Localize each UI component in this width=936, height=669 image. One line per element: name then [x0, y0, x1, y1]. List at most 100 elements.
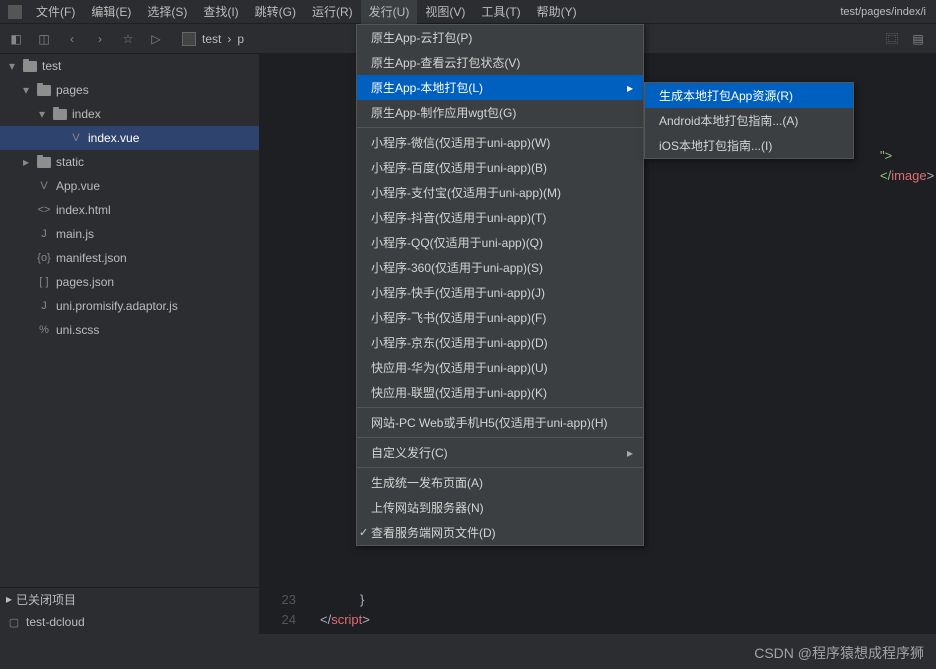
menu-entry-label: 小程序-快手(仅适用于uni-app)(J) — [371, 284, 545, 301]
menu-item[interactable]: 视图(V) — [417, 0, 473, 24]
run-icon[interactable]: ▷ — [148, 31, 164, 47]
menu-item[interactable]: 工具(T) — [473, 0, 528, 24]
forward-icon[interactable]: › — [92, 31, 108, 47]
chevron-right-icon[interactable]: ▸ — [6, 592, 12, 606]
menu-entry[interactable]: 上传网站到服务器(N) — [357, 495, 643, 520]
menu-item[interactable]: 编辑(E) — [83, 0, 139, 24]
file-icon: V — [36, 179, 52, 193]
menu-entry[interactable]: 网站-PC Web或手机H5(仅适用于uni-app)(H) — [357, 410, 643, 435]
breadcrumb-item[interactable]: p — [237, 32, 244, 46]
closed-project-label: test-dcloud — [26, 615, 85, 629]
file-icon: % — [36, 323, 52, 337]
tree-item[interactable]: ▾index — [0, 102, 259, 126]
tree-item[interactable]: {o}manifest.json — [0, 246, 259, 270]
menu-entry-label: 原生App-查看云打包状态(V) — [371, 54, 520, 71]
menu-entry[interactable]: 原生App-制作应用wgt包(G) — [357, 100, 643, 125]
menu-entry[interactable]: 原生App-本地打包(L)▸ — [357, 75, 643, 100]
menu-entry[interactable]: 小程序-抖音(仅适用于uni-app)(T) — [357, 205, 643, 230]
chevron-icon: ▾ — [6, 59, 18, 73]
menu-entry[interactable]: 生成统一发布页面(A) — [357, 470, 643, 495]
menu-entry[interactable]: 小程序-QQ(仅适用于uni-app)(Q) — [357, 230, 643, 255]
tree-item[interactable]: ▾pages — [0, 78, 259, 102]
menu-item[interactable]: 帮助(Y) — [529, 0, 585, 24]
tree-item[interactable]: ▾test — [0, 54, 259, 78]
chevron-icon: ▾ — [36, 107, 48, 121]
file-icon: [ ] — [36, 275, 52, 289]
menu-entry-label: 小程序-360(仅适用于uni-app)(S) — [371, 259, 543, 276]
folder-icon — [36, 83, 52, 97]
menu-entry-label: 快应用-华为(仅适用于uni-app)(U) — [371, 359, 548, 376]
menu-item[interactable]: 跳转(G) — [247, 0, 304, 24]
submenu-entry[interactable]: 生成本地打包App资源(R) — [645, 83, 853, 108]
menubar: 文件(F)编辑(E)选择(S)查找(I)跳转(G)运行(R)发行(U)视图(V)… — [0, 0, 936, 24]
menu-entry[interactable]: 小程序-微信(仅适用于uni-app)(W) — [357, 130, 643, 155]
tree-item[interactable]: Vindex.vue — [0, 126, 259, 150]
folder-icon — [22, 59, 38, 73]
menu-entry-label: 快应用-联盟(仅适用于uni-app)(K) — [371, 384, 547, 401]
tree-item[interactable]: Juni.promisify.adaptor.js — [0, 294, 259, 318]
menu-entry-label: 自定义发行(C) — [371, 444, 448, 461]
breadcrumb-item[interactable]: test — [202, 32, 221, 46]
chevron-right-icon: › — [227, 32, 231, 46]
chevron-icon: ▸ — [20, 155, 32, 169]
code-text: > — [362, 612, 370, 627]
tree-item-label: static — [56, 155, 84, 169]
menu-item[interactable]: 查找(I) — [195, 0, 246, 24]
menu-item[interactable]: 运行(R) — [304, 0, 361, 24]
preview-icon[interactable]: ⿴ — [884, 31, 900, 47]
menu-entry[interactable]: 原生App-云打包(P) — [357, 25, 643, 50]
check-icon: ✓ — [359, 526, 368, 539]
tree-item-label: index.vue — [88, 131, 139, 145]
tree-item[interactable]: % uni.scss — [0, 318, 259, 342]
panel-left-icon[interactable]: ◧ — [8, 31, 24, 47]
back-icon[interactable]: ‹ — [64, 31, 80, 47]
menu-entry[interactable]: 小程序-360(仅适用于uni-app)(S) — [357, 255, 643, 280]
menu-entry[interactable]: 小程序-支付宝(仅适用于uni-app)(M) — [357, 180, 643, 205]
menu-entry-label: 原生App-制作应用wgt包(G) — [371, 104, 516, 121]
tree-item-label: uni.scss — [56, 323, 99, 337]
menu-entry[interactable]: 小程序-京东(仅适用于uni-app)(D) — [357, 330, 643, 355]
submenu-entry[interactable]: iOS本地打包指南...(I) — [645, 133, 853, 158]
menu-entry-label: 上传网站到服务器(N) — [371, 499, 484, 516]
tree-item-label: uni.promisify.adaptor.js — [56, 299, 178, 313]
closed-projects-title[interactable]: 已关闭项目 — [16, 591, 76, 608]
menu-entry-label: 查看服务端网页文件(D) — [371, 524, 496, 541]
menu-item[interactable]: 文件(F) — [28, 0, 83, 24]
menu-item[interactable]: 发行(U) — [361, 0, 418, 24]
file-icon: {o} — [36, 251, 52, 265]
panel-bottom-icon[interactable]: ◫ — [36, 31, 52, 47]
menu-entry-label: 网站-PC Web或手机H5(仅适用于uni-app)(H) — [371, 414, 607, 431]
menu-entry[interactable]: 自定义发行(C)▸ — [357, 440, 643, 465]
project-icon — [182, 32, 196, 46]
tree-item-label: pages — [56, 83, 89, 97]
menu-entry-label: 小程序-百度(仅适用于uni-app)(B) — [371, 159, 547, 176]
menu-entry-label: 原生App-本地打包(L) — [371, 79, 483, 96]
closed-project-item[interactable]: ▢ test-dcloud — [0, 610, 259, 634]
local-package-submenu: 生成本地打包App资源(R)Android本地打包指南...(A)iOS本地打包… — [644, 82, 854, 159]
tree-item[interactable]: ▸ static — [0, 150, 259, 174]
project-icon: ▢ — [6, 615, 22, 629]
menu-entry[interactable]: 小程序-快手(仅适用于uni-app)(J) — [357, 280, 643, 305]
terminal-icon[interactable]: ▤ — [910, 31, 926, 47]
tree-item[interactable]: [ ] pages.json — [0, 270, 259, 294]
folder-icon — [36, 155, 52, 169]
app-logo-icon — [8, 5, 22, 19]
tree-item[interactable]: <>index.html — [0, 198, 259, 222]
menu-entry[interactable]: 小程序-百度(仅适用于uni-app)(B) — [357, 155, 643, 180]
star-icon[interactable]: ☆ — [120, 31, 136, 47]
menu-entry[interactable]: 小程序-飞书(仅适用于uni-app)(F) — [357, 305, 643, 330]
menu-entry[interactable]: 快应用-联盟(仅适用于uni-app)(K) — [357, 380, 643, 405]
menu-entry-label: 小程序-微信(仅适用于uni-app)(W) — [371, 134, 550, 151]
code-text: } — [360, 592, 364, 607]
menu-item[interactable]: 选择(S) — [139, 0, 195, 24]
line-number: 25 — [260, 630, 304, 634]
tree-item[interactable]: VApp.vue — [0, 174, 259, 198]
submenu-entry[interactable]: Android本地打包指南...(A) — [645, 108, 853, 133]
menu-entry[interactable]: ✓查看服务端网页文件(D) — [357, 520, 643, 545]
tree-item[interactable]: Jmain.js — [0, 222, 259, 246]
menu-entry[interactable]: 快应用-华为(仅适用于uni-app)(U) — [357, 355, 643, 380]
folder-icon — [52, 107, 68, 121]
menu-entry[interactable]: 原生App-查看云打包状态(V) — [357, 50, 643, 75]
tree-item-label: pages.json — [56, 275, 114, 289]
menu-entry-label: 小程序-飞书(仅适用于uni-app)(F) — [371, 309, 546, 326]
